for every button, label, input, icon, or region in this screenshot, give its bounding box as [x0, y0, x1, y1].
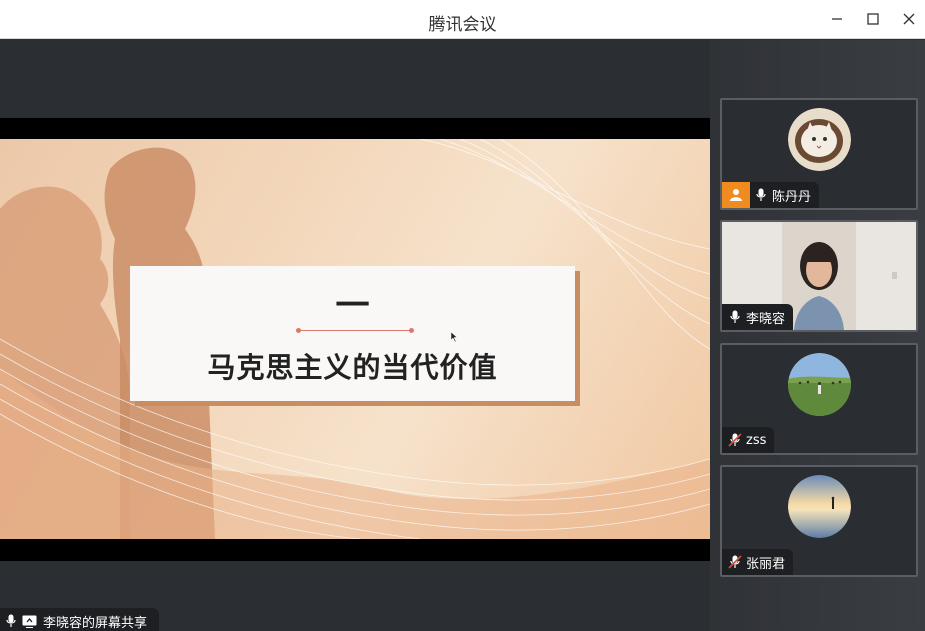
shared-screen-area[interactable]: 一 马克思主义的当代价值 李晓容的屏幕共享 — [0, 40, 710, 631]
mic-icon — [750, 182, 772, 208]
screen-share-icon — [22, 615, 37, 628]
mic-icon — [6, 614, 16, 628]
participant-tile[interactable]: 李晓容 — [720, 220, 918, 332]
slide-heading: 马克思主义的当代价值 — [207, 351, 498, 384]
avatar — [788, 108, 851, 171]
minimize-icon — [832, 18, 842, 20]
window-titlebar: 腾讯会议 — [0, 0, 925, 39]
participant-name: 张丽君 — [746, 556, 786, 572]
close-button[interactable] — [898, 8, 920, 30]
participant-name-bar: zss — [722, 427, 775, 453]
mouse-cursor-icon — [451, 332, 458, 342]
participant-tile[interactable]: zss — [720, 343, 918, 455]
host-badge-icon — [722, 182, 750, 208]
minimize-button[interactable] — [826, 8, 848, 30]
slide-title-card: 一 马克思主义的当代价值 — [130, 266, 575, 401]
window-title: 腾讯会议 — [428, 15, 497, 35]
participant-tile[interactable]: 张丽君 — [720, 465, 918, 577]
participant-name: zss — [746, 432, 767, 448]
participant-name: 陈丹丹 — [772, 189, 812, 205]
participants-sidebar: 陈丹丹 李晓容 zss 张丽君 — [710, 40, 925, 631]
slide-frame: 一 马克思主义的当代价值 — [0, 118, 710, 561]
presentation-slide: 一 马克思主义的当代价值 — [0, 139, 710, 539]
participant-name-bar: 陈丹丹 — [722, 182, 820, 208]
title-divider — [296, 328, 414, 333]
participant-tile[interactable]: 陈丹丹 — [720, 98, 918, 210]
muted-mic-icon — [724, 427, 746, 453]
maximize-button[interactable] — [862, 8, 884, 30]
close-icon — [903, 13, 915, 25]
participant-name: 李晓容 — [746, 311, 786, 327]
maximize-icon — [867, 13, 879, 25]
mic-icon — [724, 304, 746, 330]
participant-name-bar: 张丽君 — [722, 549, 794, 575]
section-number: 一 — [335, 286, 370, 326]
screen-share-label: 李晓容的屏幕共享 — [0, 608, 160, 631]
participant-name-bar: 李晓容 — [722, 304, 794, 330]
screen-share-text: 李晓容的屏幕共享 — [43, 615, 148, 631]
avatar — [788, 353, 851, 416]
avatar — [788, 475, 851, 538]
muted-mic-icon — [724, 549, 746, 575]
